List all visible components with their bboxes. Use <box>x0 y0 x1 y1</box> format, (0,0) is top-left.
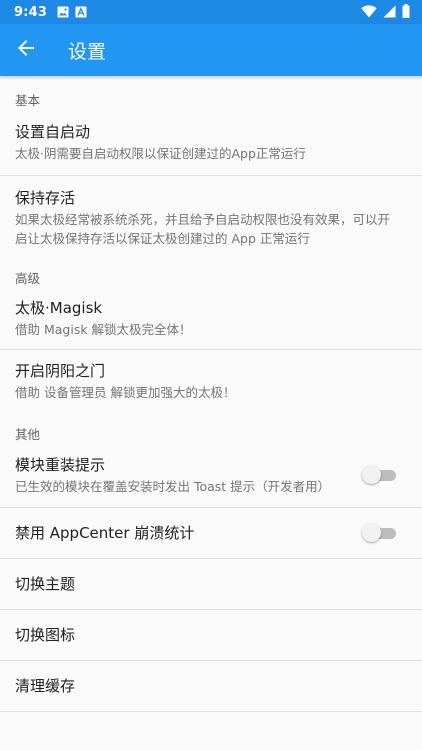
pref-title: 太极·Magisk <box>15 298 103 317</box>
section-header-basic: 基本 <box>15 93 41 108</box>
pref-clear-cache[interactable]: 清理缓存 <box>0 661 422 711</box>
status-time: 9:43 <box>14 4 48 20</box>
pref-title: 保持存活 <box>15 188 76 207</box>
section-header-advanced: 高级 <box>15 271 41 286</box>
pref-yinyang-gate[interactable]: 开启阴阳之门 借助 设备管理员 解锁更加强大的太极！ <box>0 350 422 412</box>
switch-thumb <box>362 523 381 542</box>
pref-keep-alive[interactable]: 保持存活 如果太极经常被系统杀死，并且给予自启动权限也没有效果，可以开启让太极保… <box>0 176 422 259</box>
pref-taichi-magisk[interactable]: 太极·Magisk 借助 Magisk 解锁太极完全体！ <box>0 287 422 349</box>
arrow-back-icon <box>17 39 35 61</box>
pref-switch-icon[interactable]: 切换图标 <box>0 610 422 660</box>
pref-summary: 已生效的模块在覆盖安装时发出 Toast 提示（开发者用） <box>15 478 331 494</box>
page-title: 设置 <box>68 40 107 63</box>
switch-thumb <box>362 465 381 484</box>
pref-title: 切换图标 <box>15 625 76 644</box>
pref-title: 设置自启动 <box>15 122 91 141</box>
app-bar: 设置 <box>0 24 422 76</box>
divider <box>0 711 422 712</box>
pref-title: 切换主题 <box>15 574 76 593</box>
status-notification-icons <box>57 3 87 22</box>
pref-summary: 借助 Magisk 解锁太极完全体！ <box>15 321 192 337</box>
pref-disable-appcenter[interactable]: 禁用 AppCenter 崩溃统计 <box>0 508 422 558</box>
status-bar: 9:43 <box>0 0 422 24</box>
pref-title: 开启阴阳之门 <box>15 361 106 380</box>
pref-summary: 太极·阴需要自启动权限以保证创建过的App正常运行 <box>15 145 306 161</box>
pref-switch-theme[interactable]: 切换主题 <box>0 559 422 609</box>
signal-icon <box>383 3 396 22</box>
module-reinstall-hint-switch[interactable] <box>362 465 398 485</box>
status-system-icons <box>361 3 410 22</box>
pref-auto-start[interactable]: 设置自启动 太极·阴需要自启动权限以保证创建过的App正常运行 <box>0 109 422 175</box>
image-icon <box>57 3 69 22</box>
pref-summary: 借助 设备管理员 解锁更加强大的太极！ <box>15 384 236 400</box>
settings-list: 基本 设置自启动 太极·阴需要自启动权限以保证创建过的App正常运行 保持存活 … <box>0 76 422 750</box>
pref-summary: 如果太极经常被系统杀死，并且给予自启动权限也没有效果，可以开启让太极保持存活以保… <box>15 211 391 246</box>
pref-title: 清理缓存 <box>15 676 76 695</box>
pref-title: 禁用 AppCenter 崩溃统计 <box>15 523 195 542</box>
wifi-icon <box>361 3 377 22</box>
pref-module-reinstall-hint[interactable]: 模块重装提示 已生效的模块在覆盖安装时发出 Toast 提示（开发者用） <box>0 443 422 507</box>
disable-appcenter-switch[interactable] <box>362 523 398 543</box>
battery-icon <box>402 3 410 22</box>
section-header-other: 其他 <box>15 427 41 442</box>
font-icon <box>75 3 87 22</box>
back-button[interactable] <box>0 24 52 76</box>
pref-title: 模块重装提示 <box>15 455 106 474</box>
